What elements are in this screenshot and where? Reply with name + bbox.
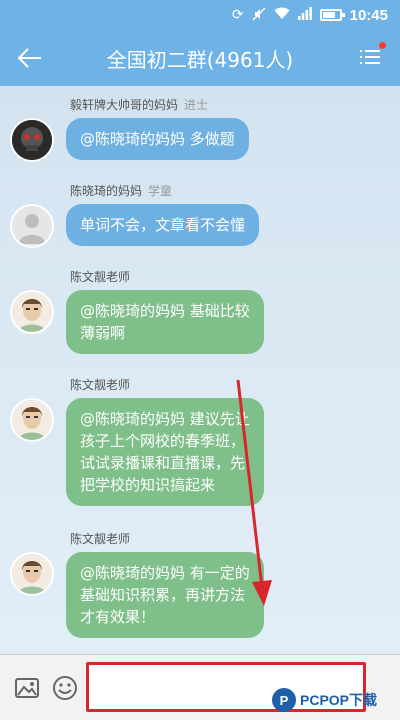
status-time: 10:45	[349, 6, 388, 24]
teacher-avatar-icon	[12, 292, 52, 332]
sync-icon: ⟳	[231, 7, 244, 23]
message-bubble[interactable]: @陈晓琦的妈妈 建议先让 孩子上个网校的春季班， 试试录播课和直播课，先 把学校…	[66, 398, 264, 506]
message-bubble[interactable]: 单词不会，文章看不会懂	[66, 204, 260, 246]
message-item: 毅轩牌大帅哥的妈妈 进士 @陈晓琦的妈妈 多做题	[10, 94, 310, 166]
message-bubble[interactable]: @陈晓琦的妈妈 有一定的 基础知识积累，再讲方法 才有效果！	[66, 552, 264, 638]
message-bubble[interactable]: @陈晓琦的妈妈 多做题	[66, 118, 249, 160]
teacher-avatar-icon	[12, 400, 52, 440]
emoji-button[interactable]	[50, 673, 80, 703]
message-item: 陈文靓老师 @陈晓琦的妈妈 基础比较 薄弱啊	[10, 266, 310, 356]
bubble-line: 试试录播课和直播课，先	[80, 454, 246, 472]
group-menu-button[interactable]	[356, 42, 388, 74]
arrow-left-icon	[17, 48, 41, 68]
bubble-line: @陈晓琦的妈妈 基础比较	[80, 302, 250, 320]
signal-icon	[297, 7, 312, 23]
bubble-line: 孩子上个网校的春季班，	[80, 432, 246, 450]
avatar[interactable]	[10, 552, 54, 596]
message-item: 陈文靓老师 @陈晓琦的妈妈 建议先让 孩子上个网校的春季班， 试试录播课和直播课…	[10, 374, 310, 514]
sender-line: 陈晓琦的妈妈 学童	[70, 182, 172, 199]
sender-name: 陈文靓老师	[70, 378, 131, 392]
watermark-logo: P PCPOP下载	[272, 686, 377, 714]
default-user-icon	[12, 206, 52, 246]
status-bar: ⟳ 10:45	[0, 0, 400, 30]
bubble-line: @陈晓琦的妈妈 有一定的	[80, 564, 250, 582]
message-bubble[interactable]: @陈晓琦的妈妈 基础比较 薄弱啊	[66, 290, 264, 354]
avatar[interactable]	[10, 204, 54, 248]
sender-rank: 学童	[148, 184, 173, 198]
avatar[interactable]	[10, 118, 54, 162]
sender-rank: 进士	[184, 98, 209, 112]
bubble-line: 才有效果！	[80, 608, 156, 626]
page-title: 全国初二群(4961人)	[106, 47, 294, 72]
sender-line: 陈文靓老师	[70, 530, 130, 547]
sender-name: 陈晓琦的妈妈	[70, 184, 143, 198]
sender-name: 陈文靓老师	[70, 532, 131, 546]
image-icon	[15, 678, 39, 698]
bubble-line: 把学校的知识搞起来	[80, 476, 216, 494]
wifi-icon	[274, 7, 290, 23]
bubble-line: @陈晓琦的妈妈 建议先让	[80, 410, 250, 428]
sender-line: 陈文靓老师	[70, 376, 130, 393]
smiley-icon	[53, 676, 77, 700]
skull-avatar-icon	[12, 120, 52, 160]
sender-line: 毅轩牌大帅哥的妈妈 进士	[70, 96, 208, 113]
sender-line: 陈文靓老师	[70, 268, 130, 285]
bubble-line: 基础知识积累，再讲方法	[80, 586, 246, 604]
avatar[interactable]	[10, 398, 54, 442]
sender-name: 陈文靓老师	[70, 270, 131, 284]
message-item: 陈文靓老师 @陈晓琦的妈妈 有一定的 基础知识积累，再讲方法 才有效果！	[10, 528, 310, 646]
avatar[interactable]	[10, 290, 54, 334]
notification-dot	[379, 42, 386, 49]
message-item: 陈晓琦的妈妈 学童 单词不会，文章看不会懂	[10, 180, 310, 250]
back-button[interactable]	[12, 40, 48, 76]
mute-icon	[252, 6, 266, 24]
teacher-avatar-icon	[12, 554, 52, 594]
battery-icon	[319, 9, 345, 21]
sender-name: 毅轩牌大帅哥的妈妈	[70, 98, 179, 112]
title-bar: 全国初二群(4961人)	[0, 30, 400, 86]
watermark-text: PCPOP下载	[300, 692, 378, 708]
image-picker-button[interactable]	[12, 673, 42, 703]
pcpop-logo-icon: P	[272, 688, 296, 712]
bubble-line: 薄弱啊	[80, 324, 126, 342]
